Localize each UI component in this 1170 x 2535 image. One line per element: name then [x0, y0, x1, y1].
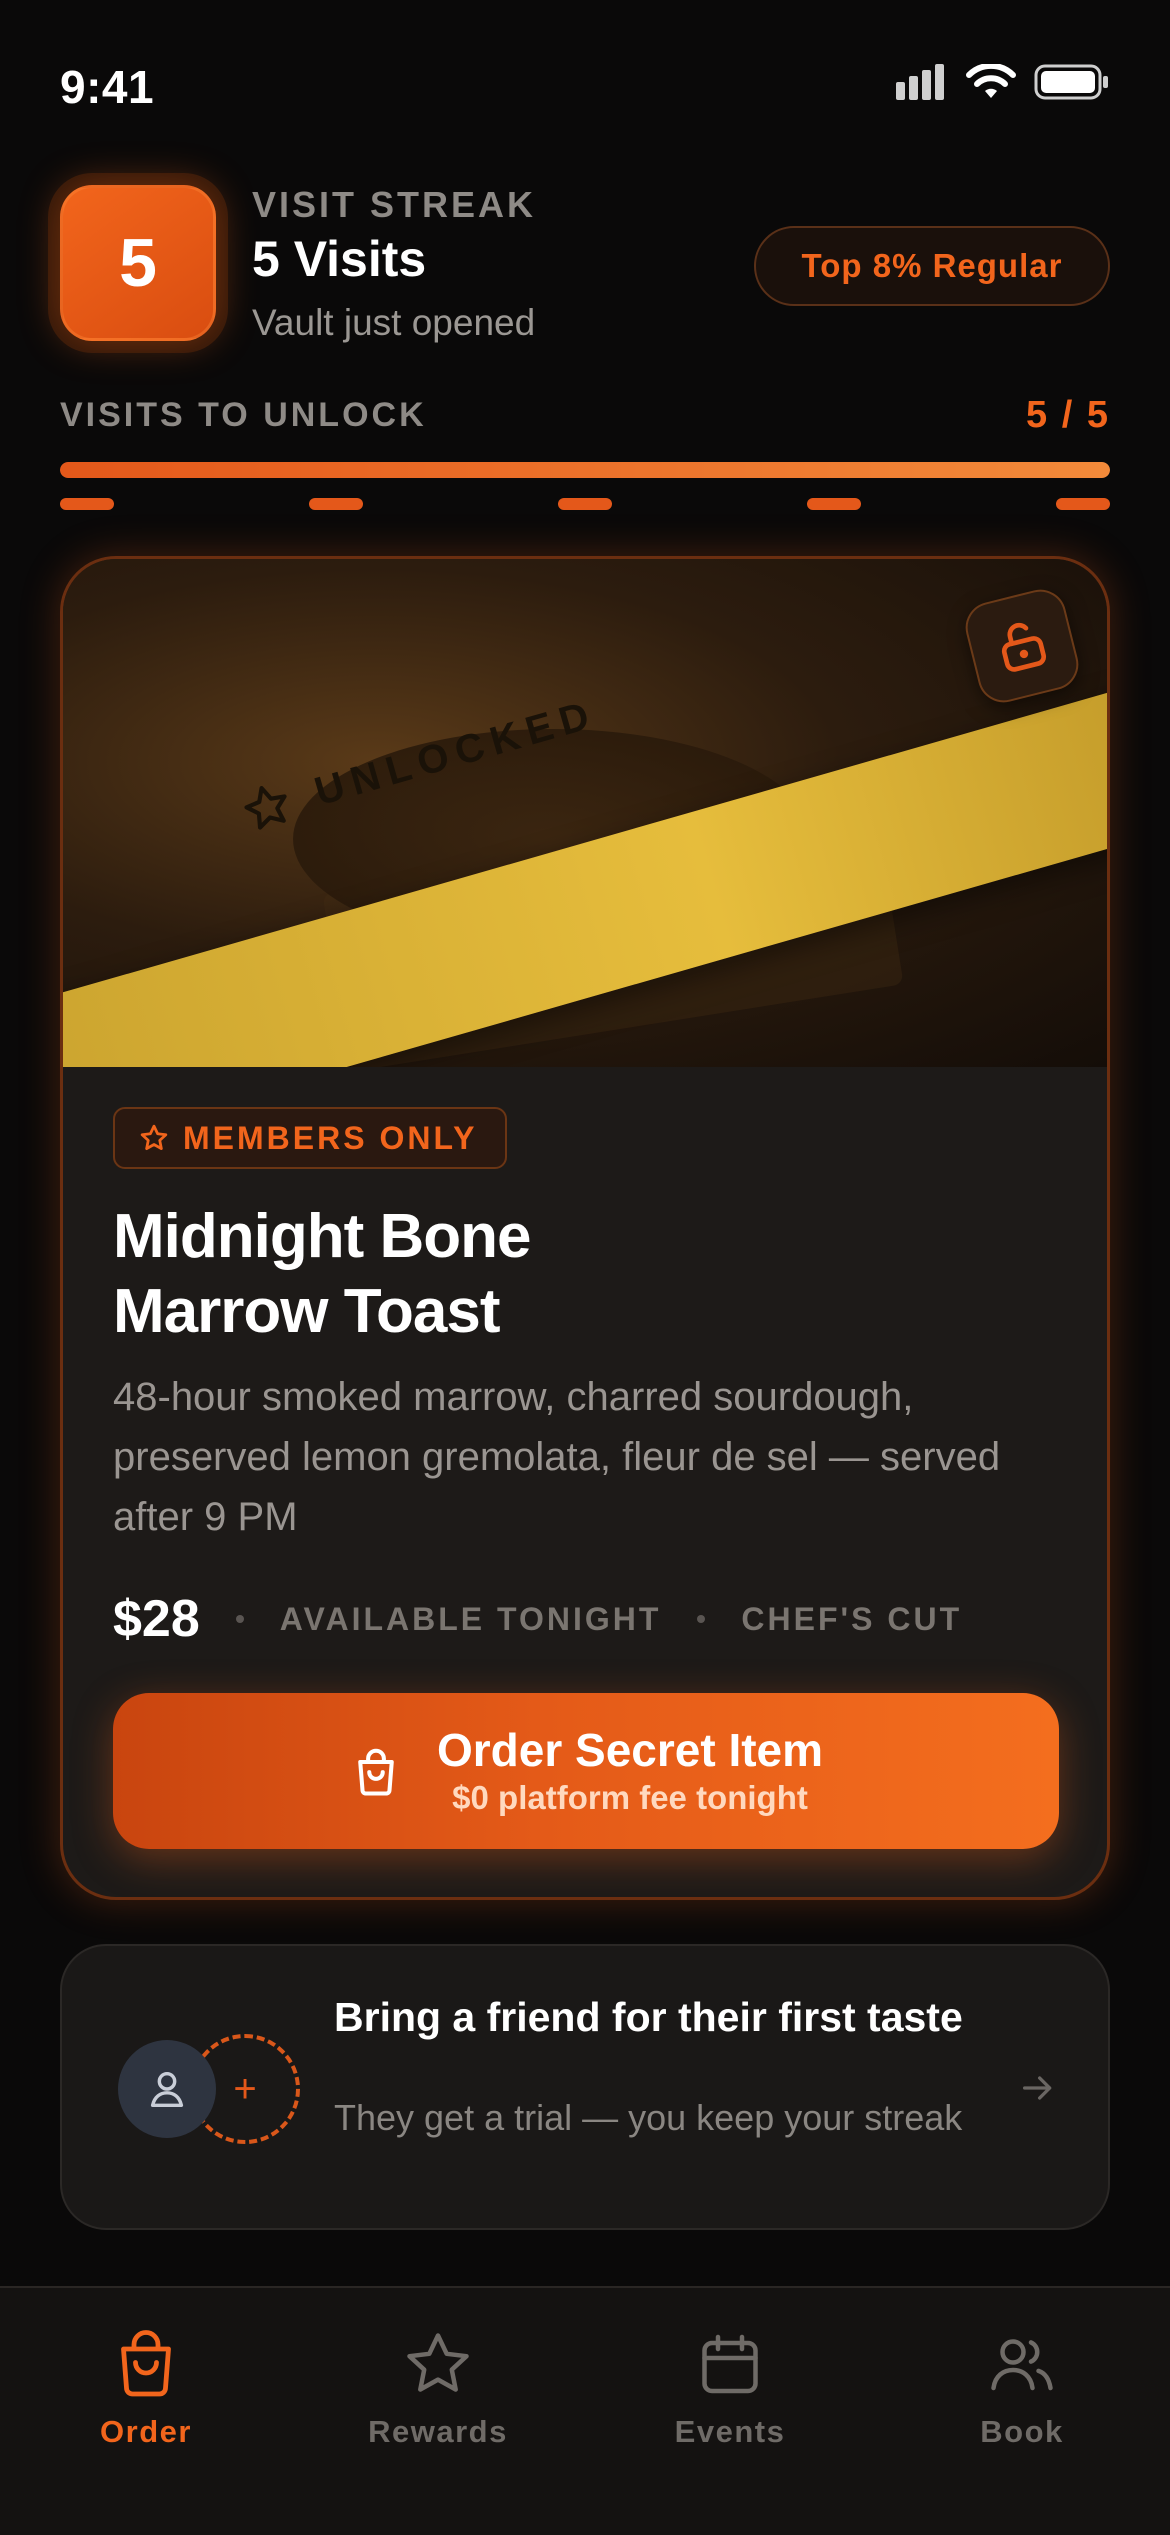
bag-icon [121, 2330, 171, 2397]
item-photo: UNLOCKED [63, 559, 1107, 1067]
separator-dot [235, 1615, 244, 1623]
order-button-sublabel: $0 platform fee tonight [452, 1779, 808, 1816]
tab-book[interactable]: Book [876, 2328, 1168, 2450]
status-time: 9:41 [60, 61, 155, 113]
plus-icon: + [233, 2066, 257, 2111]
status-icons [896, 64, 1110, 100]
user-icon [150, 2071, 184, 2108]
battery-icon [1034, 64, 1108, 100]
calendar-icon [702, 2334, 758, 2394]
streak-badge: 5 [40, 165, 216, 361]
item-title: Midnight Bone Marrow Toast [113, 1199, 813, 1349]
star-icon [244, 786, 287, 830]
item-title-line2: Marrow Toast [113, 1277, 500, 1346]
tab-bar: Order Rewards Events Book [0, 2286, 1170, 2535]
progress-bar [60, 462, 1110, 478]
tab-rewards[interactable]: Rewards [292, 2328, 584, 2450]
progress-label: VISITS TO UNLOCK [60, 396, 427, 434]
rank-badge[interactable]: Top 8% Regular [754, 226, 1110, 306]
tab-events[interactable]: Events [584, 2328, 876, 2450]
streak-eyebrow: VISIT STREAK [252, 184, 537, 225]
shopping-bag-icon [358, 1748, 394, 1796]
members-only-label: MEMBERS ONLY [183, 1119, 478, 1156]
invite-friend-card[interactable]: + Bring a friend for their first taste T… [60, 1944, 1110, 2230]
secret-item-card[interactable]: UNLOCKED MEMBERS ONLY Midnight Bone Marr… [60, 556, 1110, 1900]
streak-count: 5 [60, 185, 216, 341]
streak-subtitle: Vault just opened [252, 302, 536, 343]
tab-book-label: Book [980, 2414, 1064, 2449]
progress-tick [309, 498, 363, 510]
progress-fill [60, 462, 1110, 478]
star-icon [407, 2333, 469, 2392]
avatar [118, 2040, 216, 2138]
item-meta: $28 AVAILABLE TONIGHT CHEF'S CUT [113, 1589, 962, 1649]
progress-tick [807, 498, 861, 510]
signal-icon [896, 64, 944, 100]
star-icon [140, 1124, 168, 1150]
tab-order-label: Order [100, 2414, 192, 2449]
order-button-label: Order Secret Item [436, 1724, 824, 1776]
tab-order[interactable]: Order [0, 2328, 292, 2450]
progress-ticks [60, 498, 1110, 510]
unlock-icon [1001, 622, 1047, 672]
invite-title: Bring a friend for their first taste [334, 1994, 963, 2040]
invite-subtitle: They get a trial — you keep your streak [334, 2097, 963, 2138]
users-icon [991, 2339, 1053, 2391]
progress-tick [60, 498, 114, 510]
item-price: $28 [113, 1590, 200, 1648]
item-description: 48-hour smoked marrow, charred sourdough… [113, 1375, 1001, 1539]
members-only-badge: MEMBERS ONLY [113, 1107, 508, 1169]
unlock-badge [960, 584, 1084, 708]
availability-tag: AVAILABLE TONIGHT [279, 1600, 662, 1637]
tab-events-label: Events [674, 2414, 786, 2449]
chefs-cut-tag: CHEF'S CUT [741, 1600, 963, 1637]
progress-count: 5 / 5 [1026, 394, 1110, 436]
order-secret-item-button[interactable]: Order Secret Item $0 platform fee tonigh… [113, 1693, 1059, 1849]
item-title-line1: Midnight Bone [113, 1202, 531, 1271]
progress-tick [1056, 498, 1110, 510]
tab-rewards-label: Rewards [368, 2414, 508, 2449]
arrow-right-icon[interactable] [1018, 2068, 1058, 2108]
order-button-text: Order Secret Item $0 platform fee tonigh… [437, 1723, 823, 1819]
wifi-icon [966, 64, 1016, 98]
streak-title: 5 Visits [252, 231, 427, 287]
status-bar: 9:41 [0, 0, 1170, 170]
progress-tick [558, 498, 612, 510]
separator-dot [697, 1615, 706, 1623]
